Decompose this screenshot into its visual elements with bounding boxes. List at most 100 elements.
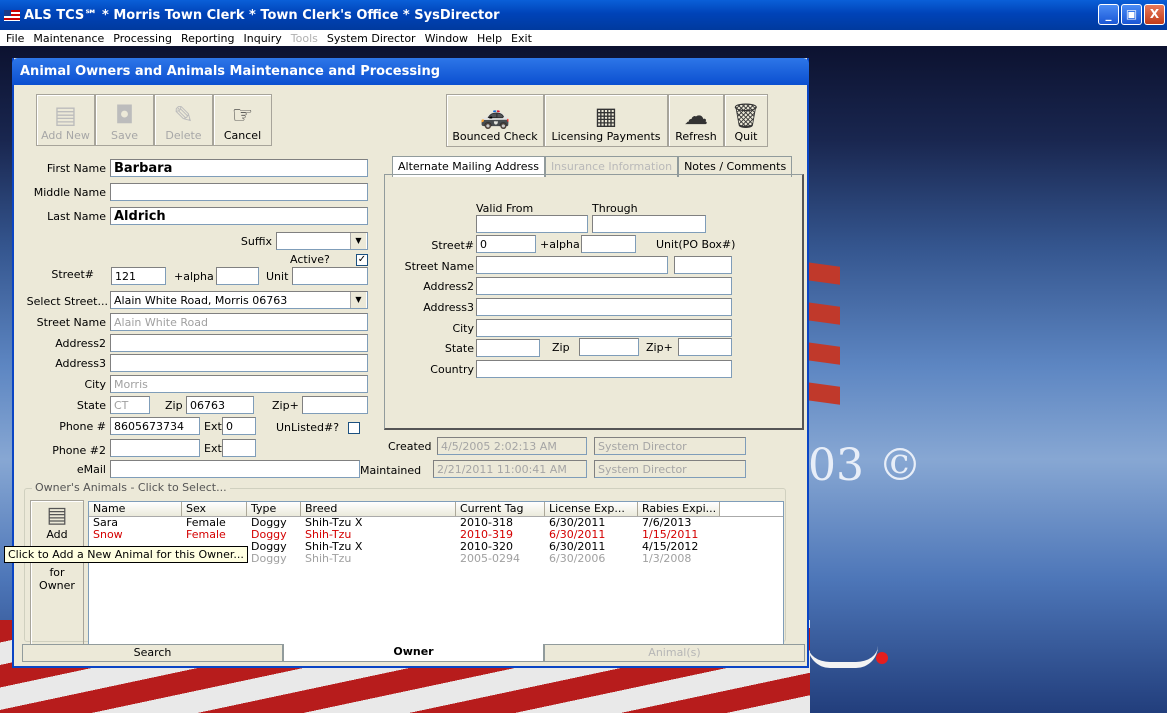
menu-processing[interactable]: Processing — [113, 32, 172, 45]
menu-system-director[interactable]: System Director — [327, 32, 416, 45]
suffix-select[interactable]: ▼ — [276, 232, 368, 250]
close-button[interactable]: X — [1144, 4, 1165, 25]
table-row[interactable]: Snow Female Doggy Shih-Tzu 2010-319 6/30… — [89, 529, 783, 541]
menu-help[interactable]: Help — [477, 32, 502, 45]
ext1-input[interactable]: 0 — [222, 417, 256, 435]
calculator-icon: ▦ — [594, 102, 618, 130]
alt-street-number-input[interactable]: 0 — [476, 235, 536, 253]
alt-zip-input[interactable] — [579, 338, 639, 356]
through-label: Through — [592, 202, 638, 215]
alt-alpha-input[interactable] — [581, 235, 636, 253]
through-input[interactable] — [592, 215, 706, 233]
logo-swoosh — [808, 646, 878, 668]
chevron-down-icon[interactable]: ▼ — [350, 292, 366, 308]
active-label: Active? — [290, 253, 330, 266]
street-name-input[interactable]: Alain White Road — [110, 313, 368, 331]
street-number-label: Street# — [51, 268, 94, 281]
alt-address2-label: Address2 — [423, 280, 474, 293]
quit-label: Quit — [734, 130, 758, 143]
cell-tag: 2010-320 — [460, 541, 513, 553]
first-name-input[interactable]: Barbara — [110, 159, 368, 177]
email-input[interactable] — [110, 460, 360, 478]
alt-city-input[interactable] — [476, 319, 732, 337]
zip-plus-input[interactable] — [302, 396, 368, 414]
quit-button[interactable]: 🗑 Quit — [724, 94, 768, 147]
cancel-button[interactable]: ☞ Cancel — [213, 94, 272, 146]
ext2-input[interactable] — [222, 439, 256, 457]
bounced-check-button[interactable]: 🚓 Bounced Check — [446, 94, 544, 147]
disk-icon: ◘ — [115, 101, 134, 129]
chevron-down-icon[interactable]: ▼ — [350, 233, 366, 249]
phone1-input[interactable]: 8605673734 — [110, 417, 200, 435]
maintained-label: Maintained — [360, 464, 422, 477]
valid-from-input[interactable] — [476, 215, 588, 233]
alt-street-name-input[interactable] — [476, 256, 668, 274]
address3-input[interactable] — [110, 354, 368, 372]
add-animal-button[interactable]: ▤ Add Animal for Owner — [30, 500, 84, 648]
minimize-button[interactable]: _ — [1098, 4, 1119, 25]
column-name[interactable]: Name — [89, 502, 182, 516]
save-label: Save — [110, 129, 138, 142]
alt-address3-input[interactable] — [476, 298, 732, 316]
cell-type: Doggy — [251, 553, 287, 565]
bottom-tabs: Search Owner Animal(s) — [22, 644, 805, 662]
column-license-exp[interactable]: License Exp... — [545, 502, 638, 516]
menu-maintenance[interactable]: Maintenance — [33, 32, 104, 45]
menu-window[interactable]: Window — [425, 32, 468, 45]
street-number-input[interactable]: 121 — [111, 267, 166, 285]
state-input[interactable]: CT — [110, 396, 150, 414]
refresh-icon: ☁ — [684, 102, 708, 130]
tab-search[interactable]: Search — [22, 644, 283, 662]
active-checkbox[interactable]: ✓ — [356, 254, 368, 266]
address2-input[interactable] — [110, 334, 368, 352]
alt-zip-plus-label: Zip+ — [646, 341, 673, 354]
select-street-dropdown[interactable]: Alain White Road, Morris 06763 ▼ — [110, 291, 368, 309]
restore-button[interactable]: ▣ — [1121, 4, 1142, 25]
alt-city-label: City — [452, 322, 474, 335]
column-current-tag[interactable]: Current Tag — [456, 502, 545, 516]
flag-icon — [4, 9, 20, 21]
cell-rabies: 1/15/2011 — [642, 529, 699, 541]
cell-license: 6/30/2011 — [549, 517, 606, 529]
unlisted-checkbox[interactable] — [348, 422, 360, 434]
unit-input[interactable] — [292, 267, 368, 285]
tab-owner[interactable]: Owner — [283, 644, 544, 662]
add-animal-label-5: Owner — [39, 579, 75, 592]
menu-file[interactable]: File — [6, 32, 24, 45]
alpha-input[interactable] — [216, 267, 259, 285]
add-new-label: Add New — [41, 129, 90, 142]
licensing-payments-button[interactable]: ▦ Licensing Payments — [544, 94, 668, 147]
street-name-label: Street Name — [36, 316, 106, 329]
last-name-input[interactable]: Aldrich — [110, 207, 368, 225]
phone1-label: Phone # — [59, 420, 106, 433]
menu-exit[interactable]: Exit — [511, 32, 532, 45]
column-type[interactable]: Type — [247, 502, 301, 516]
table-row[interactable]: Sara Female Doggy Shih-Tzu X 2010-318 6/… — [89, 517, 783, 529]
alt-address2-input[interactable] — [476, 277, 732, 295]
select-street-label[interactable]: Select Street... — [14, 295, 108, 308]
menu-tools: Tools — [290, 31, 318, 45]
menu-reporting[interactable]: Reporting — [181, 32, 234, 45]
alt-country-input[interactable] — [476, 360, 732, 378]
column-breed[interactable]: Breed — [301, 502, 456, 516]
police-car-icon: 🚓 — [480, 102, 510, 130]
column-rabies-exp[interactable]: Rabies Expi... — [638, 502, 720, 516]
middle-name-input[interactable] — [110, 183, 368, 201]
menu-inquiry[interactable]: Inquiry — [244, 32, 282, 45]
animals-grid[interactable]: Name Sex Type Breed Current Tag License … — [88, 501, 784, 645]
alt-zip-plus-input[interactable] — [678, 338, 732, 356]
alt-street-number-label: Street# — [431, 239, 474, 252]
toolbar-right: 🚓 Bounced Check ▦ Licensing Payments ☁ Refr… — [446, 94, 768, 147]
owners-animals-title: Owner's Animals - Click to Select... — [32, 481, 230, 494]
column-sex[interactable]: Sex — [182, 502, 247, 516]
phone2-input[interactable] — [110, 439, 200, 457]
alt-unit-input[interactable] — [674, 256, 732, 274]
zip-input[interactable]: 06763 — [186, 396, 254, 414]
delete-button: ✎ Delete — [154, 94, 213, 146]
middle-name-label: Middle Name — [33, 186, 106, 199]
cancel-label: Cancel — [223, 129, 262, 142]
city-input[interactable]: Morris — [110, 375, 368, 393]
alt-state-input[interactable] — [476, 339, 540, 357]
refresh-button[interactable]: ☁ Refresh — [668, 94, 724, 147]
cabinet-icon: ▤ — [46, 503, 68, 528]
